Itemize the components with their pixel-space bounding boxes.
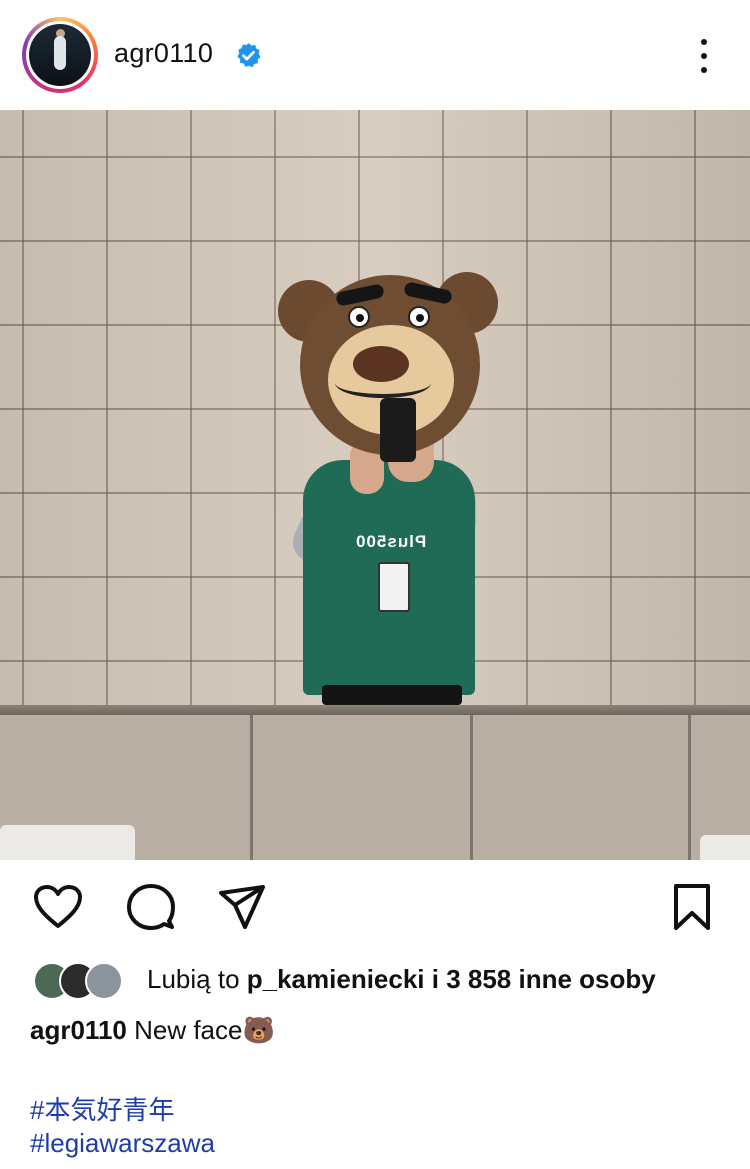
avatar[interactable] <box>26 21 94 89</box>
caption-text: New face🐻 <box>126 1015 275 1045</box>
phone <box>380 398 416 462</box>
like-button[interactable] <box>33 882 83 932</box>
more-options-button[interactable] <box>690 36 718 76</box>
liked-by-user[interactable]: p_kamieniecki <box>247 964 425 994</box>
heart-icon <box>34 885 82 928</box>
likes-count[interactable]: i 3 858 inne osoby <box>425 964 656 994</box>
share-button[interactable] <box>217 882 267 932</box>
send-icon <box>219 885 265 929</box>
username[interactable]: agr0110 <box>114 38 213 69</box>
liked-by-avatars[interactable] <box>33 960 123 1002</box>
caption: agr0110 New face🐻 <box>30 1015 275 1046</box>
sink <box>700 835 750 860</box>
bear-mouth <box>335 368 431 398</box>
post-photo[interactable]: Plus500 <box>0 110 750 860</box>
bookmark-icon <box>674 884 710 930</box>
bear-eye <box>348 306 370 328</box>
likes-summary[interactable]: Lubią to p_kamieniecki i 3 858 inne osob… <box>147 964 656 995</box>
comment-button[interactable] <box>126 882 176 932</box>
shorts <box>322 685 462 705</box>
story-ring[interactable] <box>22 17 98 93</box>
mirror-edge <box>0 705 750 715</box>
likes-prefix: Lubią to <box>147 964 247 994</box>
save-button[interactable] <box>667 882 717 932</box>
verified-badge-icon <box>237 43 261 68</box>
avatar-image <box>29 24 91 86</box>
avatar <box>85 962 123 1000</box>
jersey-sponsor: Plus500 <box>355 532 427 551</box>
caption-username[interactable]: agr0110 <box>30 1015 127 1045</box>
comment-icon <box>127 884 175 930</box>
bear-eye <box>408 306 430 328</box>
hashtag[interactable]: #本気好青年 <box>30 1090 174 1127</box>
post-header: agr0110 <box>0 0 750 110</box>
more-vertical-icon <box>701 39 707 45</box>
hashtag[interactable]: #legiawarszawa <box>30 1128 215 1159</box>
avatar-figure-body <box>54 36 66 70</box>
sink <box>0 825 135 860</box>
lanyard-badge <box>378 562 410 612</box>
